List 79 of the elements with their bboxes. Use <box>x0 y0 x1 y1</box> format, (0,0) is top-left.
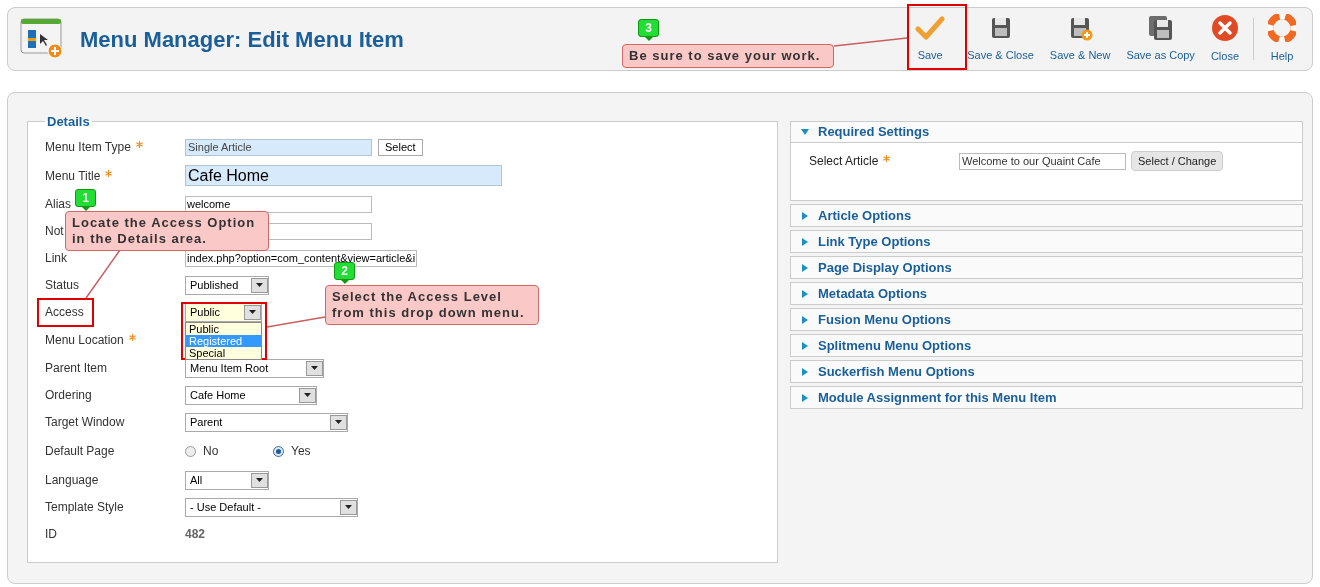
dropdown-option[interactable]: Special <box>186 346 261 359</box>
highlight-frame <box>907 4 967 70</box>
id-value: 482 <box>185 526 206 543</box>
dropdown-arrow-icon <box>311 366 318 370</box>
radio-option[interactable]: No <box>185 442 273 460</box>
field-label: Select Article <box>809 153 879 170</box>
field-label: Link <box>45 250 67 267</box>
page-title: Menu Manager: Edit Menu Item <box>80 25 404 54</box>
radio-option[interactable]: Yes <box>273 442 361 460</box>
menu-item-type-field[interactable]: Single Article <box>185 138 372 156</box>
details-legend: Details <box>45 112 92 132</box>
toolbar-button[interactable]: Save & New <box>1041 11 1119 67</box>
accordion-header[interactable]: Page Display Options <box>791 257 1302 278</box>
field-label: Template Style <box>45 499 124 516</box>
field-label: Not <box>45 223 64 240</box>
article-input[interactable]: Welcome to our Quaint Cafe <box>959 152 1126 170</box>
text-input[interactable] <box>267 222 372 240</box>
toolbar-button[interactable]: Save as Copy <box>1118 11 1203 67</box>
caret-right-icon <box>801 315 809 324</box>
floppy-disks-icon <box>1147 14 1174 41</box>
callout-note: Select the Access Level from this drop down menu. <box>325 285 539 325</box>
select-dropdown[interactable]: Parent <box>185 412 348 432</box>
field-label: Status <box>45 277 80 294</box>
select-dropdown[interactable]: All <box>185 470 269 490</box>
text-input[interactable]: index.php?option=com_content&view=article&i <box>185 249 418 267</box>
field-label: Ordering <box>45 387 92 404</box>
callout-note: Be sure to save your work. <box>622 44 834 68</box>
dropdown-arrow-icon <box>304 393 311 397</box>
caret-right-icon <box>801 263 809 272</box>
menu-manager-icon <box>20 18 64 60</box>
select-dropdown[interactable]: Published <box>185 275 269 295</box>
field-label: Menu Location <box>45 332 124 349</box>
dropdown-arrow-icon <box>256 478 263 482</box>
field-label: Menu Item Type <box>45 139 131 156</box>
accordion-header[interactable]: Article Options <box>791 205 1302 226</box>
dropdown-arrow-icon <box>335 420 342 424</box>
callout-note: Locate the Access Option in the Details area. <box>65 211 269 251</box>
accordion-header[interactable]: Module Assignment for this Menu Item <box>791 387 1302 408</box>
field-label: Alias <box>45 196 71 213</box>
lifebuoy-icon <box>1268 13 1296 42</box>
highlight-frame <box>37 298 94 327</box>
field-label: ID <box>45 526 57 543</box>
caret-right-icon <box>801 341 809 350</box>
text-input[interactable]: welcome <box>185 195 372 213</box>
toolbar-button[interactable]: Save & Close <box>959 11 1042 67</box>
caret-right-icon <box>801 367 809 376</box>
leader-line <box>266 316 326 328</box>
field-label: Menu Title <box>45 167 101 185</box>
caret-right-icon <box>801 237 809 246</box>
dropdown-arrow-icon <box>256 283 263 287</box>
toolbar-button[interactable]: Close <box>1202 11 1247 67</box>
toolbar-button[interactable]: Help <box>1260 11 1304 67</box>
caret-right-icon <box>801 289 809 298</box>
leader-line <box>85 249 121 299</box>
accordion-header[interactable]: Splitmenu Menu Options <box>791 335 1302 356</box>
caret-right-icon <box>801 211 809 220</box>
close-icon <box>1210 13 1239 42</box>
select-dropdown[interactable]: - Use Default - <box>185 497 358 517</box>
dropdown-arrow-icon <box>249 310 256 314</box>
field-label: Access <box>45 304 84 321</box>
toolbar-button[interactable]: Save <box>901 11 960 67</box>
field-label: Target Window <box>45 414 125 431</box>
accordion-header[interactable]: Metadata Options <box>791 283 1302 304</box>
title-input[interactable]: Cafe Home <box>185 165 502 186</box>
field-label: Language <box>45 472 99 489</box>
select-change-button[interactable]: Select / Change <box>1131 151 1224 171</box>
caret-down-icon <box>801 128 809 136</box>
dropdown-arrow-icon <box>345 505 352 509</box>
select-button[interactable]: Select <box>378 138 423 156</box>
field-label: Parent Item <box>45 360 108 377</box>
select-dropdown[interactable]: Cafe Home <box>185 385 317 405</box>
select-dropdown[interactable]: Menu Item Root <box>185 358 324 378</box>
accordion-header[interactable]: Link Type Options <box>791 231 1302 252</box>
field-label: Default Page <box>45 443 115 460</box>
caret-right-icon <box>801 393 809 402</box>
dropdown-option[interactable]: Public <box>186 322 261 335</box>
accordion-header[interactable]: Fusion Menu Options <box>791 309 1302 330</box>
accordion-header[interactable]: Suckerfish Menu Options <box>791 361 1302 382</box>
checkmark-icon <box>915 14 946 41</box>
